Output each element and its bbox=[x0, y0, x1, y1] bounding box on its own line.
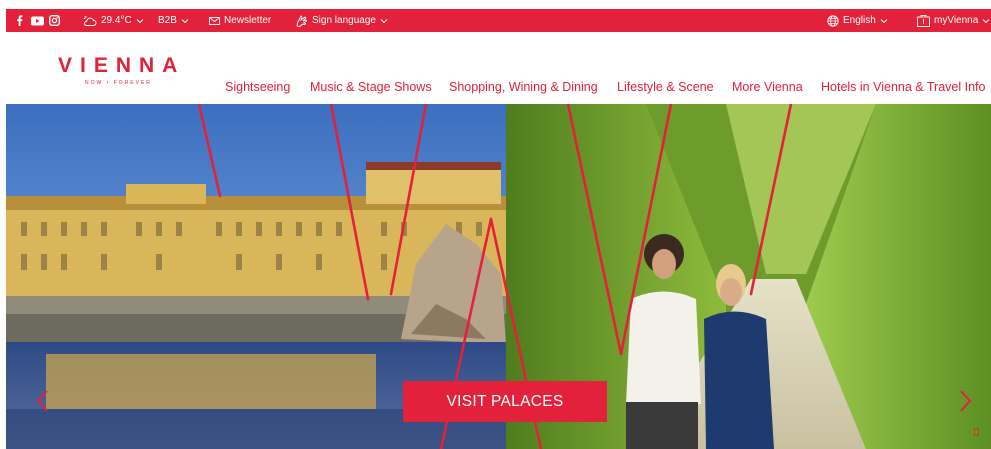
facebook-icon[interactable] bbox=[16, 9, 23, 32]
newsletter-link[interactable]: Newsletter bbox=[209, 9, 271, 32]
newsletter-label: Newsletter bbox=[224, 15, 272, 26]
b2b-label: B2B bbox=[158, 15, 177, 26]
vienna-logo[interactable]: VIENNA NOW • FOREVER bbox=[58, 54, 188, 86]
language-label: English bbox=[843, 15, 876, 26]
chevron-down-icon bbox=[380, 18, 388, 23]
slide-indicator[interactable] bbox=[974, 428, 979, 436]
chevron-down-icon bbox=[982, 18, 990, 23]
weather-temperature: 29.4°C bbox=[101, 15, 132, 26]
top-utility-bar: 29.4°C B2B Newsletter Sign language Engl… bbox=[6, 9, 991, 32]
chevron-down-icon bbox=[880, 18, 888, 23]
youtube-icon[interactable] bbox=[31, 9, 44, 32]
language-dropdown[interactable]: English bbox=[827, 9, 888, 32]
bookmark-icon bbox=[917, 14, 930, 27]
nav-item-hotels-travel-info[interactable]: Hotels in Vienna & Travel Info bbox=[821, 80, 985, 94]
my-vienna-label: myVienna bbox=[934, 15, 979, 26]
nav-item-more-vienna[interactable]: More Vienna bbox=[732, 80, 803, 94]
instagram-icon[interactable] bbox=[49, 9, 60, 32]
sign-language-dropdown[interactable]: Sign language bbox=[295, 9, 388, 32]
my-vienna-dropdown[interactable]: myVienna bbox=[917, 9, 990, 32]
chevron-left-icon[interactable] bbox=[34, 388, 52, 414]
chevron-right-icon[interactable] bbox=[956, 388, 974, 414]
logo-tagline: NOW • FOREVER bbox=[85, 80, 152, 86]
b2b-dropdown[interactable]: B2B bbox=[158, 9, 189, 32]
sign-language-label: Sign language bbox=[312, 15, 376, 26]
weather-icon bbox=[83, 15, 97, 26]
globe-icon bbox=[827, 14, 839, 27]
weather-dropdown[interactable]: 29.4°C bbox=[83, 9, 144, 32]
nav-item-lifestyle-scene[interactable]: Lifestyle & Scene bbox=[617, 80, 714, 94]
sign-language-icon bbox=[296, 14, 308, 27]
nav-item-sightseeing[interactable]: Sightseeing bbox=[225, 80, 290, 94]
nav-item-shopping-wining-dining[interactable]: Shopping, Wining & Dining bbox=[449, 80, 598, 94]
visit-palaces-button[interactable]: VISIT PALACES bbox=[403, 381, 607, 422]
chevron-down-icon bbox=[136, 18, 144, 23]
logo-wordmark: VIENNA bbox=[58, 54, 186, 77]
chevron-down-icon bbox=[181, 18, 189, 23]
nav-item-music-stage-shows[interactable]: Music & Stage Shows bbox=[310, 80, 432, 94]
mail-icon bbox=[209, 16, 220, 25]
